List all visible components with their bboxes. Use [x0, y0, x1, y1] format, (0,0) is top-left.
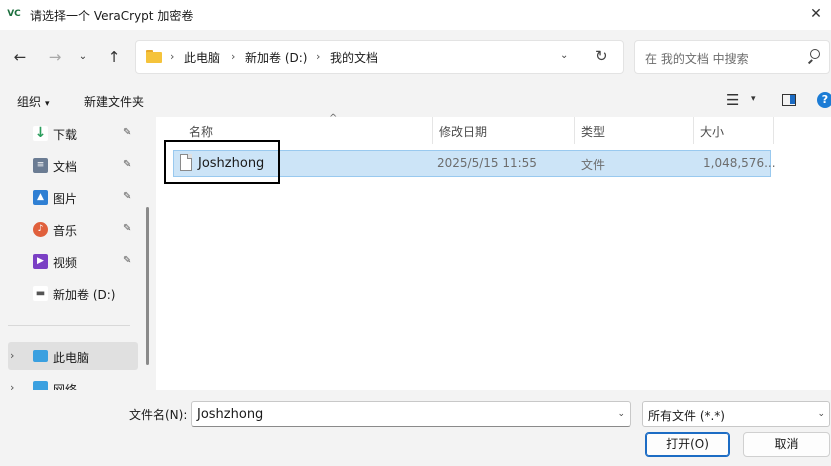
column-label: 大小 [700, 125, 725, 139]
column-label: 类型 [581, 125, 606, 139]
chevron-right-icon[interactable]: › [10, 381, 14, 390]
breadcrumb-separator: › [231, 50, 236, 63]
pin-icon[interactable]: ✎ [123, 255, 131, 266]
file-type: 文件 [581, 158, 606, 172]
breadcrumb-separator: › [316, 50, 321, 63]
sidebar-item-label: 新加卷 (D:) [53, 288, 116, 302]
navigation-pane: ↓ 下载 ✎ ≡ 文档 ✎ ▲ 图片 ✎ ♪ 音乐 ✎ ▶ 视频 ✎ ▬ 新加卷… [0, 117, 155, 390]
up-button[interactable]: ↑ [103, 46, 125, 68]
music-icon: ♪ [33, 222, 48, 237]
pictures-icon: ▲ [33, 190, 48, 205]
chevron-right-icon[interactable]: › [10, 349, 14, 362]
video-icon: ▶ [33, 254, 48, 269]
file-modified: 2025/5/15 11:55 [437, 156, 537, 170]
navigation-bar: ← → ⌄ ↑ › 此电脑 › 新加卷 (D:) › 我的文档 ⌄ ↻ 在 我的… [0, 30, 831, 85]
forward-button[interactable]: → [44, 46, 66, 68]
sidebar-scrollbar[interactable] [146, 207, 149, 365]
command-bar: 组织 ▾ 新建文件夹 ☰ ▾ ? [0, 85, 831, 117]
column-header-size[interactable]: 大小 [694, 117, 774, 144]
chevron-down-icon[interactable]: ⌄ [817, 409, 825, 419]
title-bar: VC 请选择一个 VeraCrypt 加密卷 ✕ [0, 0, 831, 30]
document-icon: ≡ [33, 158, 48, 173]
sidebar-item-label: 此电脑 [53, 351, 90, 365]
sidebar-item-label: 文档 [53, 160, 78, 174]
sidebar-item-label: 图片 [53, 192, 78, 206]
address-dropdown-icon[interactable]: ⌄ [560, 50, 568, 61]
organize-label: 组织 [17, 95, 42, 109]
address-bar[interactable]: › 此电脑 › 新加卷 (D:) › 我的文档 ⌄ ↻ [135, 40, 624, 74]
cancel-button[interactable]: 取消 [743, 432, 830, 457]
column-label: 修改日期 [439, 125, 488, 139]
sidebar-divider [8, 325, 130, 326]
help-icon[interactable]: ? [817, 92, 831, 108]
sidebar-item-label: 视频 [53, 256, 78, 270]
search-box[interactable]: 在 我的文档 中搜索 [634, 40, 830, 74]
window-title: 请选择一个 VeraCrypt 加密卷 [30, 9, 194, 23]
pin-icon[interactable]: ✎ [123, 159, 131, 170]
sidebar-item-documents[interactable]: ≡ 文档 ✎ [0, 151, 145, 179]
pin-icon[interactable]: ✎ [123, 223, 131, 234]
pin-icon[interactable]: ✎ [123, 191, 131, 202]
close-button[interactable]: ✕ [801, 0, 831, 30]
open-button[interactable]: 打开(O) [645, 432, 730, 457]
sidebar-item-label: 下载 [53, 128, 78, 142]
network-icon [33, 381, 48, 390]
sidebar-item-music[interactable]: ♪ 音乐 ✎ [0, 215, 145, 243]
breadcrumb-separator: › [170, 50, 175, 63]
filename-value[interactable]: Joshzhong [197, 407, 263, 422]
pin-icon[interactable]: ✎ [123, 127, 131, 138]
file-size: 1,048,576... [703, 156, 776, 170]
column-label: 名称 [189, 125, 214, 139]
chevron-down-icon: ▾ [45, 99, 50, 109]
recent-locations-button[interactable]: ⌄ [72, 46, 94, 68]
search-icon[interactable] [807, 49, 821, 64]
file-type-value: 所有文件 (*.*) [648, 409, 725, 423]
sidebar-item-network[interactable]: › 网络 [0, 374, 145, 390]
veracrypt-app-icon: VC [7, 9, 21, 19]
sidebar-item-label: 网络 [53, 383, 78, 390]
preview-pane-icon[interactable] [782, 94, 796, 106]
sidebar-item-videos[interactable]: ▶ 视频 ✎ [0, 247, 145, 275]
column-header-modified[interactable]: 修改日期 [433, 117, 575, 144]
chevron-down-icon[interactable]: ⌄ [617, 409, 625, 419]
view-options-icon[interactable]: ☰ [726, 91, 739, 109]
column-header-type[interactable]: 类型 [575, 117, 694, 144]
breadcrumb-my-documents[interactable]: 我的文档 [330, 49, 378, 66]
drive-icon: ▬ [33, 286, 48, 301]
sidebar-item-drive-d[interactable]: ▬ 新加卷 (D:) [0, 279, 145, 307]
filename-label: 文件名(N): [129, 408, 188, 422]
sidebar-item-downloads[interactable]: ↓ 下载 ✎ [0, 119, 145, 147]
file-list: 名称 ^ 修改日期 类型 大小 Joshzhong 2025/5/15 11:5… [156, 113, 831, 390]
search-input[interactable]: 在 我的文档 中搜索 [645, 50, 749, 67]
selection-highlight-outline [164, 140, 280, 184]
breadcrumb-drive-d[interactable]: 新加卷 (D:) [245, 49, 307, 66]
new-folder-button[interactable]: 新建文件夹 [84, 93, 144, 110]
sidebar-item-this-pc[interactable]: › 此电脑 [8, 342, 138, 370]
sidebar-item-label: 音乐 [53, 224, 78, 238]
dialog-footer: 文件名(N): Joshzhong ⌄ 所有文件 (*.*) ⌄ 打开(O) 取… [0, 390, 831, 466]
filename-field[interactable]: Joshzhong ⌄ [191, 401, 631, 427]
back-button[interactable]: ← [9, 46, 31, 68]
breadcrumb-this-pc[interactable]: 此电脑 [184, 49, 220, 66]
sidebar-item-pictures[interactable]: ▲ 图片 ✎ [0, 183, 145, 211]
refresh-icon[interactable]: ↻ [595, 47, 608, 65]
computer-icon [33, 350, 48, 362]
download-icon: ↓ [33, 125, 48, 141]
organize-menu[interactable]: 组织 ▾ [17, 93, 50, 110]
file-type-select[interactable]: 所有文件 (*.*) ⌄ [642, 401, 830, 427]
folder-icon [146, 50, 162, 63]
chevron-down-icon[interactable]: ▾ [751, 94, 756, 104]
sort-ascending-icon: ^ [329, 113, 338, 124]
